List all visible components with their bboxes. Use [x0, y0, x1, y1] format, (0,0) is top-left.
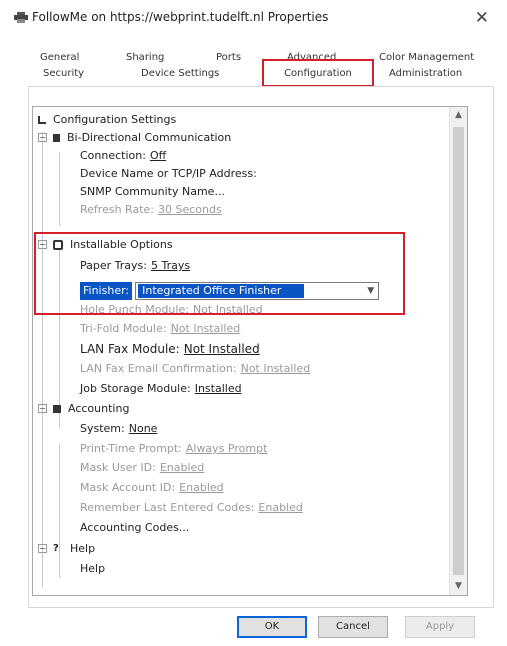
collapse-icon[interactable]: − [38, 544, 47, 553]
tree-line [59, 444, 60, 578]
tab-ports[interactable]: Ports [216, 52, 241, 63]
tree-node-accounting[interactable]: − Accounting [38, 402, 129, 415]
tree-node-help[interactable]: − ? Help [38, 542, 95, 555]
tree-item-snmp[interactable]: SNMP Community Name... [80, 185, 225, 198]
tree-item-refresh-rate: Refresh Rate: 30 Seconds [80, 203, 222, 216]
item-label: Device Name or TCP/IP Address: [80, 167, 257, 180]
scroll-thumb[interactable] [453, 127, 464, 575]
tree-item-mask-account-id: Mask Account ID: Enabled [80, 481, 224, 494]
tree-item-device-name[interactable]: Device Name or TCP/IP Address: [80, 167, 257, 180]
accounting-label: Accounting [68, 402, 130, 415]
item-label: Print-Time Prompt: [80, 442, 182, 455]
printer-icon [14, 12, 28, 23]
item-value: Not Installed [170, 322, 241, 335]
tree-node-bidi[interactable]: − Bi-Directional Communication [38, 131, 231, 144]
tree-item-remember-codes: Remember Last Entered Codes: Enabled [80, 501, 303, 514]
item-label: LAN Fax Email Confirmation: [80, 362, 237, 375]
tab-configuration[interactable]: Configuration [262, 59, 374, 87]
tree-item-tri-fold: Tri-Fold Module: Not Installed [80, 322, 240, 335]
tab-strip: General Sharing Ports Advanced Color Man… [0, 40, 507, 90]
item-value[interactable]: None [129, 422, 158, 435]
tab-device-settings[interactable]: Device Settings [141, 68, 219, 79]
item-label: Job Storage Module: [80, 382, 191, 395]
tree-item-system[interactable]: System: None [80, 422, 157, 435]
help-label: Help [70, 542, 96, 555]
settings-icon [38, 115, 46, 124]
tree-item-job-storage[interactable]: Job Storage Module: Installed [80, 382, 242, 395]
tab-sharing[interactable]: Sharing [126, 52, 164, 63]
item-value: Not Installed [240, 362, 311, 375]
item-label: Connection: [80, 149, 146, 162]
item-label: Help [80, 562, 106, 575]
bidi-label: Bi-Directional Communication [67, 131, 232, 144]
tab-general[interactable]: General [40, 52, 79, 63]
item-label: SNMP Community Name... [80, 185, 225, 198]
bidi-icon [53, 133, 60, 142]
apply-button[interactable]: Apply [405, 616, 475, 638]
dialog-buttons: OK Cancel Apply [0, 608, 507, 646]
tab-color-management[interactable]: Color Management [379, 52, 474, 63]
collapse-icon[interactable]: − [38, 133, 47, 142]
annotation-highlight [34, 232, 405, 315]
tree-root-label: Configuration Settings [53, 113, 177, 126]
tree-item-print-time-prompt: Print-Time Prompt: Always Prompt [80, 442, 267, 455]
tree-root[interactable]: Configuration Settings [38, 113, 176, 126]
accounting-icon [53, 404, 61, 413]
tree-line [42, 132, 43, 587]
item-value[interactable]: Installed [195, 382, 242, 395]
tree-item-lan-fax-email: LAN Fax Email Confirmation: Not Installe… [80, 362, 310, 375]
tree-line [59, 152, 60, 226]
title-bar: FollowMe on https://webprint.tudelft.nl … [0, 0, 507, 36]
vertical-scrollbar[interactable]: ▲ ▼ [449, 107, 467, 595]
cancel-button[interactable]: Cancel [318, 616, 388, 638]
window-title: FollowMe on https://webprint.tudelft.nl … [32, 10, 329, 24]
collapse-icon[interactable]: − [38, 404, 47, 413]
scroll-down-icon[interactable]: ▼ [450, 578, 467, 595]
tab-configuration-label: Configuration [284, 68, 352, 79]
close-icon[interactable]: ✕ [475, 8, 489, 28]
tab-security[interactable]: Security [43, 68, 84, 79]
item-label: Refresh Rate: [80, 203, 154, 216]
item-value: Always Prompt [185, 442, 268, 455]
item-label: Mask User ID: [80, 461, 156, 474]
tree-item-help[interactable]: Help [80, 562, 105, 575]
item-value: Enabled [179, 481, 224, 494]
item-label: Accounting Codes... [80, 521, 190, 534]
item-label: Tri-Fold Module: [80, 322, 167, 335]
help-icon: ? [53, 542, 59, 554]
item-value: Enabled [159, 461, 205, 474]
item-label: Mask Account ID: [80, 481, 176, 494]
tree-item-mask-user-id: Mask User ID: Enabled [80, 461, 204, 474]
item-value[interactable]: Not Installed [184, 342, 260, 356]
tab-administration[interactable]: Administration [389, 68, 462, 79]
tree-item-connection[interactable]: Connection: Off [80, 149, 166, 162]
scroll-up-icon[interactable]: ▲ [450, 107, 467, 124]
item-label: System: [80, 422, 125, 435]
item-value[interactable]: Off [150, 149, 166, 162]
item-label: Remember Last Entered Codes: [80, 501, 255, 514]
tree-item-accounting-codes[interactable]: Accounting Codes... [80, 521, 189, 534]
item-label: LAN Fax Module: [80, 342, 180, 356]
ok-button[interactable]: OK [237, 616, 307, 638]
tree-item-lan-fax[interactable]: LAN Fax Module: Not Installed [80, 342, 260, 356]
item-value: Enabled [258, 501, 303, 514]
item-value: 30 Seconds [157, 203, 222, 216]
